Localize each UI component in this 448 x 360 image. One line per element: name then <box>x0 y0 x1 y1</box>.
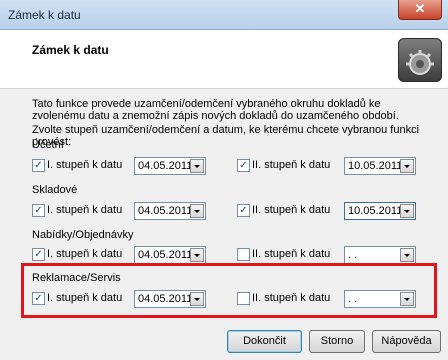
dialog-window: Zámek k datu ✕ Zámek k datu Tato funkce … <box>0 0 448 360</box>
label-skladove-level2: II. stupeň k datu <box>252 204 331 216</box>
help-button[interactable]: Nápověda <box>372 330 441 353</box>
section-title-ucetni: Účetní <box>32 139 64 151</box>
gear-icon <box>398 38 442 82</box>
checkbox-nabidky-level2[interactable] <box>237 248 250 261</box>
header-panel: Zámek k datu <box>0 30 448 89</box>
finish-button[interactable]: Dokončit <box>227 330 302 353</box>
instruction-text: Zvolte stupeň uzamčení/odemčení a datum,… <box>32 124 420 148</box>
date-combo-reklamace-level2[interactable]: . . <box>344 290 416 308</box>
label-nabidky-level1: I. stupeň k datu <box>47 248 123 260</box>
checkbox-reklamace-level2[interactable] <box>237 292 250 305</box>
chevron-down-icon[interactable] <box>190 248 204 262</box>
chevron-down-icon[interactable] <box>400 159 414 173</box>
label-reklamace-level1: I. stupeň k datu <box>47 292 123 304</box>
date-combo-reklamace-level1[interactable]: 04.05.2011 <box>134 290 206 308</box>
section-title-reklamace: Reklamace/Servis <box>32 272 121 284</box>
date-combo-nabidky-level2[interactable]: . . <box>344 246 416 264</box>
checkbox-ucetni-level1[interactable]: ✓ <box>32 159 45 172</box>
chevron-down-icon[interactable] <box>190 204 204 218</box>
date-combo-ucetni-level1[interactable]: 04.05.2011 <box>134 157 206 175</box>
chevron-down-icon[interactable] <box>400 292 414 306</box>
date-combo-skladove-level1[interactable]: 04.05.2011 <box>134 202 206 220</box>
title-bar: Zámek k datu ✕ <box>0 0 448 30</box>
close-button[interactable]: ✕ <box>398 0 442 20</box>
chevron-down-icon[interactable] <box>400 248 414 262</box>
checkbox-skladove-level2[interactable]: ✓ <box>237 204 250 217</box>
date-combo-ucetni-level2[interactable]: 10.05.2011 <box>344 157 416 175</box>
page-title: Zámek k datu <box>32 43 109 57</box>
chevron-down-icon[interactable] <box>190 159 204 173</box>
label-nabidky-level2: II. stupeň k datu <box>252 248 331 260</box>
label-ucetni-level1: I. stupeň k datu <box>47 159 123 171</box>
cancel-button[interactable]: Storno <box>309 330 365 353</box>
date-combo-skladove-level2[interactable]: 10.05.2011 <box>344 202 416 220</box>
checkbox-ucetni-level2[interactable]: ✓ <box>237 159 250 172</box>
checkbox-reklamace-level1[interactable]: ✓ <box>32 292 45 305</box>
window-title: Zámek k datu <box>8 8 81 22</box>
checkbox-nabidky-level1[interactable]: ✓ <box>32 248 45 261</box>
description-text: Tato funkce provede uzamčení/odemčení vy… <box>32 98 399 122</box>
chevron-down-icon[interactable] <box>400 204 414 218</box>
label-reklamace-level2: II. stupeň k datu <box>252 292 331 304</box>
section-title-nabidky: Nabídky/Objednávky <box>32 229 134 241</box>
label-ucetni-level2: II. stupeň k datu <box>252 159 331 171</box>
checkbox-skladove-level1[interactable]: ✓ <box>32 204 45 217</box>
chevron-down-icon[interactable] <box>190 292 204 306</box>
label-skladove-level1: I. stupeň k datu <box>47 204 123 216</box>
date-combo-nabidky-level1[interactable]: 04.05.2011 <box>134 246 206 264</box>
section-title-skladove: Skladové <box>32 184 78 196</box>
